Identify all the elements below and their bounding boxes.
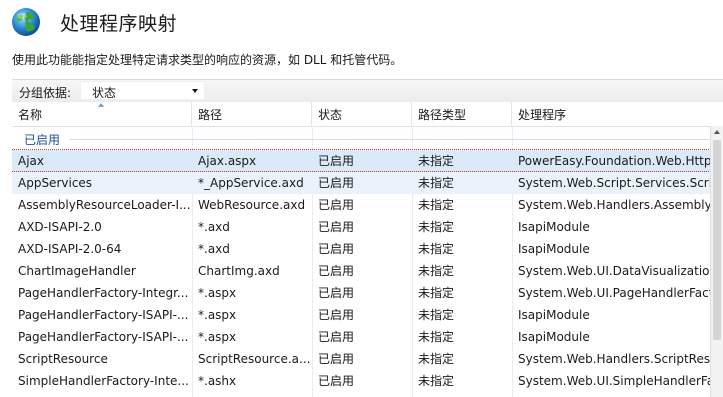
- chevron-down-icon: [192, 89, 198, 93]
- column-header-name[interactable]: 名称: [12, 102, 192, 126]
- cell-status: 已启用: [318, 286, 355, 300]
- group-header-enabled[interactable]: 已启用: [12, 128, 712, 148]
- table-header: 名称 路径 状态 路径类型 处理程序: [12, 102, 723, 127]
- groupby-toolbar: 分组依据: 状态: [12, 79, 723, 103]
- cell-status: 已启用: [318, 352, 355, 366]
- cell-path-type: 未指定: [418, 242, 455, 256]
- cell-name: Ajax: [18, 154, 44, 168]
- groupby-label: 分组依据:: [19, 86, 72, 100]
- page-description: 使用此功能能指定处理特定请求类型的响应的资源，如 DLL 和托管代码。: [12, 53, 403, 67]
- cell-name: ScriptResource: [18, 352, 108, 366]
- cell-handler: System.Web.Handlers.AssemblyRe: [518, 198, 712, 212]
- groupby-select[interactable]: 状态: [80, 81, 205, 100]
- cell-status: 已启用: [318, 264, 355, 278]
- cell-path: ChartImg.axd: [198, 264, 280, 278]
- table-row[interactable]: Ajax Ajax.aspx 已启用 未指定 PowerEasy.Foundat…: [12, 150, 712, 172]
- cell-status: 已启用: [318, 198, 355, 212]
- column-header-label: 路径类型: [418, 108, 467, 122]
- cell-path: Ajax.aspx: [198, 154, 257, 168]
- groupby-selected-value: 状态: [92, 86, 117, 100]
- group-label: 已启用: [24, 133, 61, 147]
- cell-handler: IsapiModule: [518, 330, 590, 344]
- cell-handler: IsapiModule: [518, 242, 590, 256]
- cell-handler: System.Web.UI.PageHandlerFacto: [518, 286, 712, 300]
- page-header: 处理程序映射: [10, 4, 177, 40]
- table-row[interactable]: PageHandlerFactory-ISAPI-... *.aspx 已启用 …: [12, 326, 712, 348]
- cell-name: AppServices: [18, 176, 93, 190]
- cell-path: *.axd: [198, 242, 230, 256]
- table-row[interactable]: AXD-ISAPI-2.0 *.axd 已启用 未指定 IsapiModule: [12, 216, 712, 238]
- cell-status: 已启用: [318, 154, 355, 168]
- cell-status: 已启用: [318, 176, 355, 190]
- handler-mappings-table: 名称 路径 状态 路径类型 处理程序 已启用 Ajax Ajax.aspx 已启…: [12, 102, 723, 397]
- cell-path: WebResource.axd: [198, 198, 306, 212]
- sort-ascending-icon: [98, 103, 104, 107]
- cell-name: PageHandlerFactory-Integr...: [18, 286, 189, 300]
- cell-handler: System.Web.Script.Services.Script: [518, 176, 712, 190]
- cell-name: ChartImageHandler: [18, 264, 136, 278]
- scroll-up-icon[interactable]: [714, 130, 720, 134]
- cell-handler: IsapiModule: [518, 220, 590, 234]
- cell-path-type: 未指定: [418, 220, 455, 234]
- cell-path-type: 未指定: [418, 308, 455, 322]
- cell-status: 已启用: [318, 330, 355, 344]
- column-header-path-type[interactable]: 路径类型: [412, 102, 512, 126]
- table-row[interactable]: SimpleHandlerFactory-Inte... *.ashx 已启用 …: [12, 370, 712, 392]
- table-row[interactable]: AXD-ISAPI-2.0-64 *.axd 已启用 未指定 IsapiModu…: [12, 238, 712, 260]
- cell-path: *.aspx: [198, 330, 237, 344]
- column-header-label: 状态: [318, 108, 343, 122]
- table-row[interactable]: PageHandlerFactory-Integr... *.aspx 已启用 …: [12, 282, 712, 304]
- cell-name: AssemblyResourceLoader-I...: [18, 198, 191, 212]
- cell-handler: PowerEasy.Foundation.Web.HttpH: [518, 154, 712, 168]
- table-row[interactable]: AppServices *_AppService.axd 已启用 未指定 Sys…: [12, 172, 712, 194]
- cell-path: *.ashx: [198, 374, 237, 388]
- cell-path-type: 未指定: [418, 154, 455, 168]
- scrollbar-thumb[interactable]: [713, 140, 721, 340]
- cell-path-type: 未指定: [418, 330, 455, 344]
- cell-name: SimpleHandlerFactory-Inte...: [18, 374, 189, 388]
- cell-status: 已启用: [318, 242, 355, 256]
- cell-name: PageHandlerFactory-ISAPI-...: [18, 308, 189, 322]
- cell-handler: System.Web.Handlers.ScriptReso: [518, 352, 712, 366]
- cell-path: *.axd: [198, 220, 230, 234]
- column-header-handler[interactable]: 处理程序: [512, 102, 723, 126]
- cell-path: ScriptResource.a...: [198, 352, 311, 366]
- cell-handler: System.Web.UI.SimpleHandlerFac: [518, 374, 712, 388]
- column-header-path[interactable]: 路径: [192, 102, 312, 126]
- column-header-label: 处理程序: [518, 108, 567, 122]
- column-header-status[interactable]: 状态: [312, 102, 412, 126]
- table-row[interactable]: ScriptResource ScriptResource.a... 已启用 未…: [12, 348, 712, 370]
- cell-name: PageHandlerFactory-ISAPI-...: [18, 330, 189, 344]
- column-header-label: 路径: [198, 108, 223, 122]
- cell-path: *.aspx: [198, 286, 237, 300]
- column-header-label: 名称: [18, 108, 43, 122]
- cell-path-type: 未指定: [418, 176, 455, 190]
- cell-path-type: 未指定: [418, 198, 455, 212]
- globe-icon: [12, 8, 40, 36]
- cell-path-type: 未指定: [418, 264, 455, 278]
- cell-status: 已启用: [318, 220, 355, 234]
- cell-handler: IsapiModule: [518, 308, 590, 322]
- group-divider: [70, 139, 710, 140]
- table-row[interactable]: AssemblyResourceLoader-I... WebResource.…: [12, 194, 712, 216]
- cell-status: 已启用: [318, 308, 355, 322]
- vertical-scrollbar[interactable]: [710, 126, 723, 397]
- table-row[interactable]: ChartImageHandler ChartImg.axd 已启用 未指定 S…: [12, 260, 712, 282]
- cell-handler: System.Web.UI.DataVisualization: [518, 264, 712, 278]
- table-row[interactable]: PageHandlerFactory-ISAPI-... *.aspx 已启用 …: [12, 304, 712, 326]
- cell-path-type: 未指定: [418, 352, 455, 366]
- cell-path-type: 未指定: [418, 374, 455, 388]
- cell-name: AXD-ISAPI-2.0-64: [18, 242, 122, 256]
- cell-name: AXD-ISAPI-2.0: [18, 220, 102, 234]
- cell-path-type: 未指定: [418, 286, 455, 300]
- cell-path: *_AppService.axd: [198, 176, 304, 190]
- page-title: 处理程序映射: [60, 12, 178, 35]
- cell-status: 已启用: [318, 374, 355, 388]
- cell-path: *.aspx: [198, 308, 237, 322]
